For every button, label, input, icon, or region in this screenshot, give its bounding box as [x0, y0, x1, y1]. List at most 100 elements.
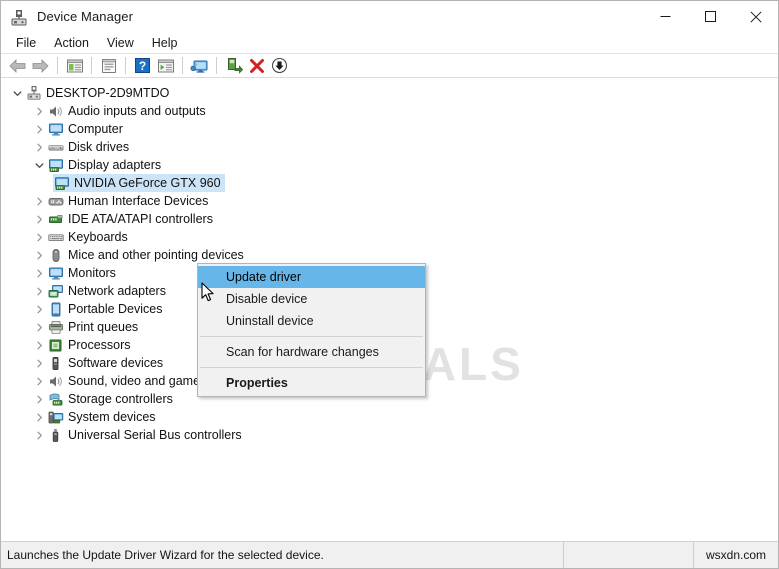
- tree-node-label: Disk drives: [68, 140, 130, 154]
- toolbar: ?: [1, 53, 778, 78]
- minimize-icon: [660, 16, 671, 17]
- update-driver-icon: [227, 58, 243, 74]
- minimize-button[interactable]: [643, 1, 688, 32]
- tree-node-display-adapters[interactable]: Display adapters: [1, 156, 778, 174]
- tree-node-nvidia-geforce-gtx-960[interactable]: NVIDIA GeForce GTX 960: [1, 174, 778, 192]
- toolbar-separator-4: [182, 57, 183, 74]
- update-driver-button[interactable]: [222, 55, 245, 77]
- window-controls: [643, 1, 778, 32]
- window-title: Device Manager: [37, 9, 134, 24]
- tree-node-label: Keyboards: [68, 230, 128, 244]
- chevron-right-icon[interactable]: [31, 282, 47, 300]
- toolbar-separator-1: [57, 57, 58, 74]
- status-message: Launches the Update Driver Wizard for th…: [1, 541, 564, 568]
- arrow-left-icon: [9, 58, 26, 73]
- help-button[interactable]: ?: [131, 55, 154, 77]
- chevron-right-icon[interactable]: [31, 336, 47, 354]
- chevron-right-icon[interactable]: [31, 246, 47, 264]
- mouse-icon: [47, 247, 64, 264]
- status-middle-pane: [564, 541, 694, 568]
- tree-node-label: Storage controllers: [68, 392, 173, 406]
- monitor-scan-icon: [190, 60, 207, 73]
- tree-node-label: NVIDIA GeForce GTX 960: [74, 176, 221, 190]
- close-icon: [749, 10, 762, 23]
- chevron-down-icon[interactable]: [9, 84, 25, 102]
- tree-node-label: Processors: [68, 338, 131, 352]
- maximize-button[interactable]: [688, 1, 733, 32]
- tree-node-system-devices[interactable]: System devices: [1, 408, 778, 426]
- tree-node-label: Network adapters: [68, 284, 166, 298]
- menu-help[interactable]: Help: [143, 34, 187, 52]
- chevron-right-icon[interactable]: [31, 192, 47, 210]
- chevron-right-icon[interactable]: [31, 120, 47, 138]
- speaker-icon: [47, 103, 64, 120]
- chevron-right-icon[interactable]: [31, 408, 47, 426]
- disable-device-button[interactable]: [268, 55, 291, 77]
- software-device-icon: [47, 355, 64, 372]
- tree-node-desktop[interactable]: DESKTOP-2D9MTDO: [1, 84, 778, 102]
- device-manager-icon: [9, 7, 29, 27]
- scan-for-hardware-changes-button[interactable]: [188, 55, 211, 77]
- ide-controller-icon: [47, 211, 64, 228]
- monitor-icon: [47, 265, 64, 282]
- maximize-icon: [705, 11, 716, 22]
- properties-window-icon: [101, 58, 116, 73]
- chevron-right-icon[interactable]: [31, 138, 47, 156]
- tree-node-computer[interactable]: Computer: [1, 120, 778, 138]
- context-menu-item-update-driver[interactable]: Update driver: [198, 266, 425, 288]
- context-menu-item-properties[interactable]: Properties: [198, 372, 425, 394]
- arrow-right-icon: [32, 58, 49, 73]
- show-hidden-devices-button[interactable]: [154, 55, 177, 77]
- chevron-down-icon[interactable]: [31, 156, 47, 174]
- keyboard-icon: [47, 229, 64, 246]
- show-hide-console-tree-button[interactable]: [63, 55, 86, 77]
- tree-node-universal-serial-bus-controllers[interactable]: Universal Serial Bus controllers: [1, 426, 778, 444]
- chevron-right-icon[interactable]: [31, 300, 47, 318]
- menu-bar: File Action View Help: [1, 32, 778, 53]
- forward-button[interactable]: [29, 55, 52, 77]
- context-menu-item-uninstall-device[interactable]: Uninstall device: [198, 310, 425, 332]
- chevron-right-icon[interactable]: [31, 264, 47, 282]
- speaker-icon: [47, 373, 64, 390]
- chevron-right-icon[interactable]: [31, 228, 47, 246]
- toolbar-separator-5: [216, 57, 217, 74]
- context-menu-separator-1: [200, 336, 423, 337]
- menu-view[interactable]: View: [98, 34, 143, 52]
- console-tree-icon: [66, 59, 83, 72]
- monitor-icon: [47, 121, 64, 138]
- uninstall-device-button[interactable]: [245, 55, 268, 77]
- disk-drive-icon: [47, 139, 64, 156]
- chevron-right-icon[interactable]: [31, 210, 47, 228]
- menu-file[interactable]: File: [7, 34, 45, 52]
- processor-icon: [47, 337, 64, 354]
- tree-node-audio-inputs-and-outputs[interactable]: Audio inputs and outputs: [1, 102, 778, 120]
- close-button[interactable]: [733, 1, 778, 32]
- tree-node-keyboards[interactable]: Keyboards: [1, 228, 778, 246]
- tree-node-mice-and-other-pointing-devices[interactable]: Mice and other pointing devices: [1, 246, 778, 264]
- tree-node-human-interface-devices[interactable]: Human Interface Devices: [1, 192, 778, 210]
- chevron-right-icon[interactable]: [31, 426, 47, 444]
- device-list-icon: [157, 59, 174, 72]
- tree-node-ide-ata-atapi-controllers[interactable]: IDE ATA/ATAPI controllers: [1, 210, 778, 228]
- properties-button[interactable]: [97, 55, 120, 77]
- back-button[interactable]: [6, 55, 29, 77]
- chevron-right-icon[interactable]: [31, 372, 47, 390]
- usb-icon: [47, 427, 64, 444]
- device-context-menu: Update driver Disable device Uninstall d…: [197, 263, 426, 397]
- context-menu-item-scan-for-hardware-changes[interactable]: Scan for hardware changes: [198, 341, 425, 363]
- status-watermark-text: wsxdn.com: [705, 548, 767, 562]
- chevron-right-icon[interactable]: [31, 318, 47, 336]
- tree-node-disk-drives[interactable]: Disk drives: [1, 138, 778, 156]
- tree-node-label: System devices: [68, 410, 156, 424]
- tree-node-label: Software devices: [68, 356, 164, 370]
- tree-node-label: Display adapters: [68, 158, 162, 172]
- tree-node-label: Mice and other pointing devices: [68, 248, 244, 262]
- svg-text:?: ?: [139, 59, 146, 73]
- chevron-right-icon[interactable]: [31, 102, 47, 120]
- context-menu-separator-2: [200, 367, 423, 368]
- chevron-right-icon[interactable]: [31, 390, 47, 408]
- chevron-right-icon[interactable]: [31, 354, 47, 372]
- menu-action[interactable]: Action: [45, 34, 98, 52]
- context-menu-item-disable-device[interactable]: Disable device: [198, 288, 425, 310]
- display-adapter-icon: [47, 157, 64, 174]
